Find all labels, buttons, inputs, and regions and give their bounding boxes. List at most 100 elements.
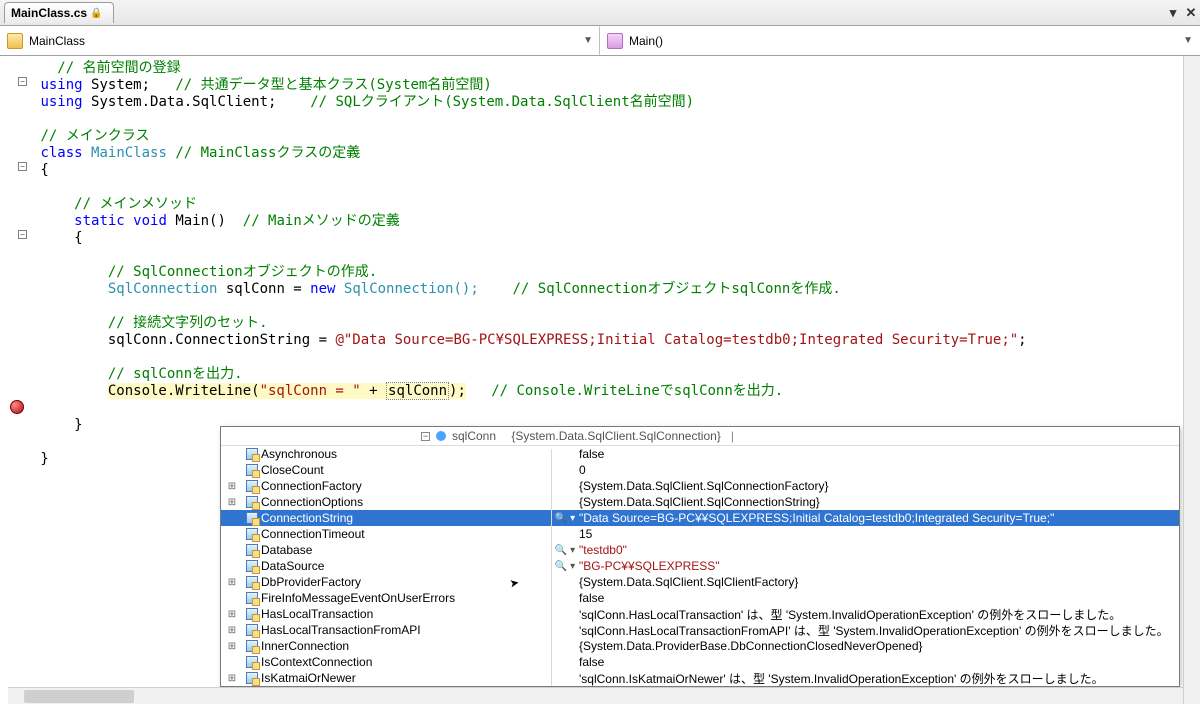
property-value: {System.Data.SqlClient.SqlConnectionStri… <box>579 495 1179 509</box>
nav-bar: MainClass ▼ Main() ▼ <box>0 26 1200 56</box>
property-value: false <box>579 447 1179 461</box>
property-value: 'sqlConn.HasLocalTransactionFromAPI' は、型… <box>579 622 1179 639</box>
property-name: ConnectionString <box>261 511 551 525</box>
property-name: DbProviderFactory <box>261 575 551 589</box>
property-icon <box>243 576 261 588</box>
value-visualizer-icon[interactable]: 🔍 ▾ <box>551 561 579 572</box>
property-icon <box>243 608 261 620</box>
property-icon <box>243 624 261 636</box>
property-value: 0 <box>579 463 1179 477</box>
close-icon[interactable]: ✕ <box>1182 5 1200 21</box>
breakpoint-icon[interactable] <box>10 400 24 414</box>
lock-icon: 🔒 <box>90 8 102 19</box>
property-name: FireInfoMessageEventOnUserErrors <box>261 591 551 605</box>
watch-var-type: {System.Data.SqlClient.SqlConnection} <box>511 429 720 443</box>
expand-icon[interactable]: ⊞ <box>221 673 243 684</box>
collapse-icon[interactable]: − <box>421 432 430 441</box>
watch-row[interactable]: ⊞ IsKatmaiOrNewer 'sqlConn.IsKatmaiOrNewer… <box>221 670 1179 686</box>
property-value: 'sqlConn.IsKatmaiOrNewer' は、型 'System.In… <box>579 670 1179 687</box>
watch-row[interactable]: ConnectionTimeout15 <box>221 526 1179 542</box>
value-visualizer-icon[interactable]: 🔍 ▾ <box>551 513 579 524</box>
value-visualizer-icon[interactable]: 🔍 ▾ <box>551 545 579 556</box>
expand-icon[interactable]: ⊞ <box>221 609 243 620</box>
watch-row[interactable]: ConnectionString🔍 ▾"Data Source=BG-PC¥¥S… <box>221 510 1179 526</box>
code-text: // 名前空間の登録 using System; // 共通データ型と基本クラス… <box>30 56 1200 468</box>
expand-icon[interactable]: ⊞ <box>221 497 243 508</box>
property-value: {System.Data.ProviderBase.DbConnectionCl… <box>579 639 1179 653</box>
expand-icon[interactable]: ⊞ <box>221 481 243 492</box>
property-value: 15 <box>579 527 1179 541</box>
watch-row[interactable]: ⊞ ConnectionOptions {System.Data.SqlClient… <box>221 494 1179 510</box>
file-tab[interactable]: MainClass.cs 🔒 <box>4 2 114 23</box>
property-name: InnerConnection <box>261 639 551 653</box>
property-name: HasLocalTransaction <box>261 607 551 621</box>
property-icon <box>243 464 261 476</box>
expand-icon[interactable]: ⊞ <box>221 625 243 636</box>
property-icon <box>243 512 261 524</box>
chevron-down-icon: ▼ <box>1183 35 1193 46</box>
chevron-down-icon: ▼ <box>583 35 593 46</box>
horizontal-scrollbar[interactable] <box>8 687 1192 704</box>
property-icon <box>243 448 261 460</box>
watch-row[interactable]: Database🔍 ▾"testdb0" <box>221 542 1179 558</box>
method-selector[interactable]: Main() ▼ <box>600 26 1200 55</box>
watch-header: − sqlConn {System.Data.SqlClient.SqlConn… <box>221 427 1179 446</box>
class-selector[interactable]: MainClass ▼ <box>0 26 600 55</box>
class-label: MainClass <box>29 34 85 48</box>
watch-row[interactable]: ⊞ DbProviderFactory {System.Data.SqlClient… <box>221 574 1179 590</box>
property-icon <box>243 592 261 604</box>
property-name: CloseCount <box>261 463 551 477</box>
fold-icon[interactable]: − <box>18 230 27 239</box>
tab-filename: MainClass.cs <box>11 6 87 20</box>
watch-row[interactable]: Asynchronous false <box>221 446 1179 462</box>
watch-row[interactable]: ⊞ ConnectionFactory {System.Data.SqlClient… <box>221 478 1179 494</box>
watch-row[interactable]: ⊞ InnerConnection {System.Data.ProviderBas… <box>221 638 1179 654</box>
gutter: − − − <box>0 56 30 704</box>
fold-icon[interactable]: − <box>18 77 27 86</box>
property-value: {System.Data.SqlClient.SqlClientFactory} <box>579 575 1179 589</box>
property-icon <box>243 656 261 668</box>
property-name: DataSource <box>261 559 551 573</box>
expand-icon[interactable]: ⊞ <box>221 641 243 652</box>
property-icon <box>243 672 261 684</box>
watch-var-name: sqlConn <box>452 429 496 443</box>
property-value: 'sqlConn.HasLocalTransaction' は、型 'Syste… <box>579 606 1179 623</box>
class-icon <box>7 33 23 49</box>
vertical-scrollbar[interactable] <box>1183 56 1200 704</box>
watch-row[interactable]: IsContextConnection false <box>221 654 1179 670</box>
property-name: ConnectionFactory <box>261 479 551 493</box>
property-name: IsKatmaiOrNewer <box>261 671 551 685</box>
property-name: IsContextConnection <box>261 655 551 669</box>
property-icon <box>243 496 261 508</box>
method-label: Main() <box>629 34 663 48</box>
property-name: Asynchronous <box>261 447 551 461</box>
watch-row[interactable]: CloseCount 0 <box>221 462 1179 478</box>
property-value: "BG-PC¥¥SQLEXPRESS" <box>579 559 1179 573</box>
property-value: false <box>579 655 1179 669</box>
expand-icon[interactable]: ⊞ <box>221 577 243 588</box>
property-icon <box>243 560 261 572</box>
property-icon <box>243 480 261 492</box>
code-editor[interactable]: − − − // 名前空間の登録 using System; // 共通データ型… <box>0 56 1200 704</box>
property-value: false <box>579 591 1179 605</box>
variable-icon <box>436 431 446 441</box>
watch-row[interactable]: FireInfoMessageEventOnUserErrors false <box>221 590 1179 606</box>
property-value: {System.Data.SqlClient.SqlConnectionFact… <box>579 479 1179 493</box>
method-icon <box>607 33 623 49</box>
dropdown-icon[interactable]: ▾ <box>1164 5 1182 21</box>
property-icon <box>243 544 261 556</box>
watch-row[interactable]: DataSource🔍 ▾"BG-PC¥¥SQLEXPRESS" <box>221 558 1179 574</box>
property-icon <box>243 640 261 652</box>
property-value: "Data Source=BG-PC¥¥SQLEXPRESS;Initial C… <box>579 511 1179 525</box>
property-icon <box>243 528 261 540</box>
watch-row[interactable]: ⊞ HasLocalTransaction 'sqlConn.HasLocalTra… <box>221 606 1179 622</box>
property-name: ConnectionOptions <box>261 495 551 509</box>
watch-row[interactable]: ⊞ HasLocalTransactionFromAPI 'sqlConn.HasL… <box>221 622 1179 638</box>
property-value: "testdb0" <box>579 543 1179 557</box>
fold-icon[interactable]: − <box>18 162 27 171</box>
debug-watch-popup: − sqlConn {System.Data.SqlClient.SqlConn… <box>220 426 1180 687</box>
property-name: HasLocalTransactionFromAPI <box>261 623 551 637</box>
tab-bar: MainClass.cs 🔒 ▾ ✕ <box>0 0 1200 26</box>
property-name: Database <box>261 543 551 557</box>
watch-rows: Asynchronous false CloseCount 0 ⊞ ConnectionF… <box>221 446 1179 686</box>
